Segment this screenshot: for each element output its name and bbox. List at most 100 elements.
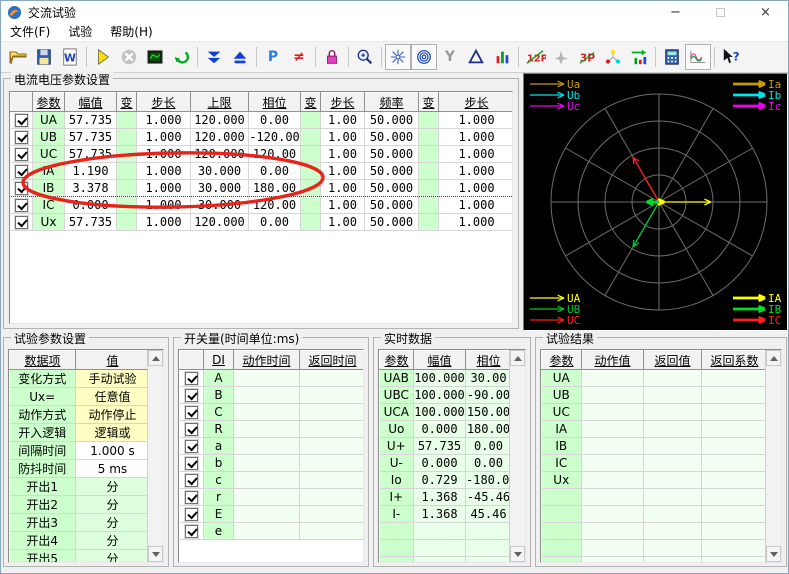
cell-step3[interactable]: 1.000 xyxy=(439,129,514,146)
cell-phase[interactable]: 0.00 xyxy=(249,112,301,129)
cell-step1[interactable]: 1.000 xyxy=(137,146,191,163)
scroll-down-button[interactable] xyxy=(766,546,781,562)
cell-frequency[interactable]: 50.000 xyxy=(365,197,419,214)
row-checkbox[interactable] xyxy=(15,216,28,229)
cell-step2[interactable]: 1.00 xyxy=(321,214,365,231)
open-button[interactable] xyxy=(5,44,31,70)
cell-step2[interactable]: 1.00 xyxy=(321,146,365,163)
cell-step1[interactable]: 1.000 xyxy=(137,197,191,214)
cell-vary2[interactable] xyxy=(301,163,321,180)
rays-view-button[interactable] xyxy=(385,44,411,70)
cell-limit[interactable]: 120.000 xyxy=(191,146,249,163)
cell-step2[interactable]: 1.00 xyxy=(321,112,365,129)
calculator-button[interactable] xyxy=(659,44,685,70)
scrollbar[interactable] xyxy=(765,350,781,562)
cell-amplitude[interactable]: 57.735 xyxy=(65,112,117,129)
save-button[interactable] xyxy=(31,44,57,70)
delta-connection-button[interactable] xyxy=(463,44,489,70)
row-checkbox[interactable] xyxy=(15,182,28,195)
export-word-button[interactable]: W xyxy=(57,44,83,70)
cell-setting-value[interactable]: 1.000 s xyxy=(76,442,150,460)
cell-step1[interactable]: 1.000 xyxy=(137,163,191,180)
cell-vary1[interactable] xyxy=(117,129,137,146)
cell-amplitude[interactable]: 57.735 xyxy=(65,129,117,146)
row-checkbox[interactable] xyxy=(185,508,198,521)
cell-frequency[interactable]: 50.000 xyxy=(365,112,419,129)
scrollbar[interactable] xyxy=(147,350,163,562)
cell-vary3[interactable] xyxy=(419,214,439,231)
row-checkbox[interactable] xyxy=(15,148,28,161)
cell-vary3[interactable] xyxy=(419,197,439,214)
step-down-button[interactable] xyxy=(201,44,227,70)
cell-amplitude[interactable]: 57.735 xyxy=(65,146,117,163)
start-test-button[interactable] xyxy=(90,44,116,70)
cell-limit[interactable]: 120.000 xyxy=(191,129,249,146)
cell-vary2[interactable] xyxy=(301,180,321,197)
close-button[interactable]: × xyxy=(743,1,788,23)
vector-dots-button[interactable] xyxy=(600,44,626,70)
cell-step1[interactable]: 1.000 xyxy=(137,112,191,129)
row-checkbox[interactable] xyxy=(185,389,198,402)
cell-phase[interactable]: -120.00 xyxy=(249,129,301,146)
cell-setting-value[interactable]: 任意值 xyxy=(76,388,150,406)
cell-step3[interactable]: 1.000 xyxy=(439,163,514,180)
cell-frequency[interactable]: 50.000 xyxy=(365,146,419,163)
cell-setting-value[interactable]: 5 ms xyxy=(76,460,150,478)
cell-vary2[interactable] xyxy=(301,129,321,146)
row-checkbox[interactable] xyxy=(185,491,198,504)
menu-file[interactable]: 文件(F) xyxy=(1,23,59,42)
cell-amplitude[interactable]: 57.735 xyxy=(65,214,117,231)
cell-step1[interactable]: 1.000 xyxy=(137,129,191,146)
cell-frequency[interactable]: 50.000 xyxy=(365,214,419,231)
cell-setting-value[interactable]: 分 xyxy=(76,532,150,550)
menu-test[interactable]: 试验 xyxy=(59,23,101,42)
step-up-button[interactable] xyxy=(227,44,253,70)
help-button[interactable]: ? xyxy=(718,44,744,70)
cell-vary2[interactable] xyxy=(301,214,321,231)
scroll-down-button[interactable] xyxy=(148,546,163,562)
row-checkbox[interactable] xyxy=(15,165,28,178)
cell-vary3[interactable] xyxy=(419,180,439,197)
cell-vary2[interactable] xyxy=(301,112,321,129)
cell-phase[interactable]: 120.00 xyxy=(249,146,301,163)
menu-help[interactable]: 帮助(H) xyxy=(101,23,161,42)
cell-step2[interactable]: 1.00 xyxy=(321,180,365,197)
cell-phase[interactable]: 0.00 xyxy=(249,163,301,180)
cell-limit[interactable]: 120.000 xyxy=(191,214,249,231)
scroll-down-button[interactable] xyxy=(510,546,525,562)
cell-vary3[interactable] xyxy=(419,163,439,180)
display-button[interactable] xyxy=(142,44,168,70)
scroll-up-button[interactable] xyxy=(510,350,525,366)
cell-step2[interactable]: 1.00 xyxy=(321,197,365,214)
scroll-up-button[interactable] xyxy=(148,350,163,366)
cell-vary3[interactable] xyxy=(419,129,439,146)
cell-phase[interactable]: 180.00 xyxy=(249,180,301,197)
cell-limit[interactable]: 30.000 xyxy=(191,180,249,197)
minimize-button[interactable]: − xyxy=(653,1,698,23)
undo-button[interactable] xyxy=(168,44,194,70)
cell-limit[interactable]: 30.000 xyxy=(191,163,249,180)
cell-frequency[interactable]: 50.000 xyxy=(365,180,419,197)
cell-vary3[interactable] xyxy=(419,146,439,163)
cell-vary1[interactable] xyxy=(117,180,137,197)
cell-setting-value[interactable]: 动作停止 xyxy=(76,406,150,424)
twelve-p-button[interactable]: 12P xyxy=(522,44,548,70)
row-checkbox[interactable] xyxy=(185,423,198,436)
row-checkbox[interactable] xyxy=(15,131,28,144)
cell-vary1[interactable] xyxy=(117,146,137,163)
scroll-up-button[interactable] xyxy=(766,350,781,366)
cell-amplitude[interactable]: 1.190 xyxy=(65,163,117,180)
cell-limit[interactable]: 120.000 xyxy=(191,112,249,129)
lock-button[interactable] xyxy=(319,44,345,70)
row-checkbox[interactable] xyxy=(185,474,198,487)
cell-vary1[interactable] xyxy=(117,163,137,180)
cell-step2[interactable]: 1.00 xyxy=(321,129,365,146)
row-checkbox[interactable] xyxy=(185,457,198,470)
row-checkbox[interactable] xyxy=(185,372,198,385)
row-checkbox[interactable] xyxy=(15,114,28,127)
cell-vary2[interactable] xyxy=(301,146,321,163)
cell-setting-value[interactable]: 逻辑或 xyxy=(76,424,150,442)
cell-phase[interactable]: 120.00 xyxy=(249,197,301,214)
cell-setting-value[interactable]: 手动试验 xyxy=(76,370,150,388)
cell-step1[interactable]: 1.000 xyxy=(137,214,191,231)
